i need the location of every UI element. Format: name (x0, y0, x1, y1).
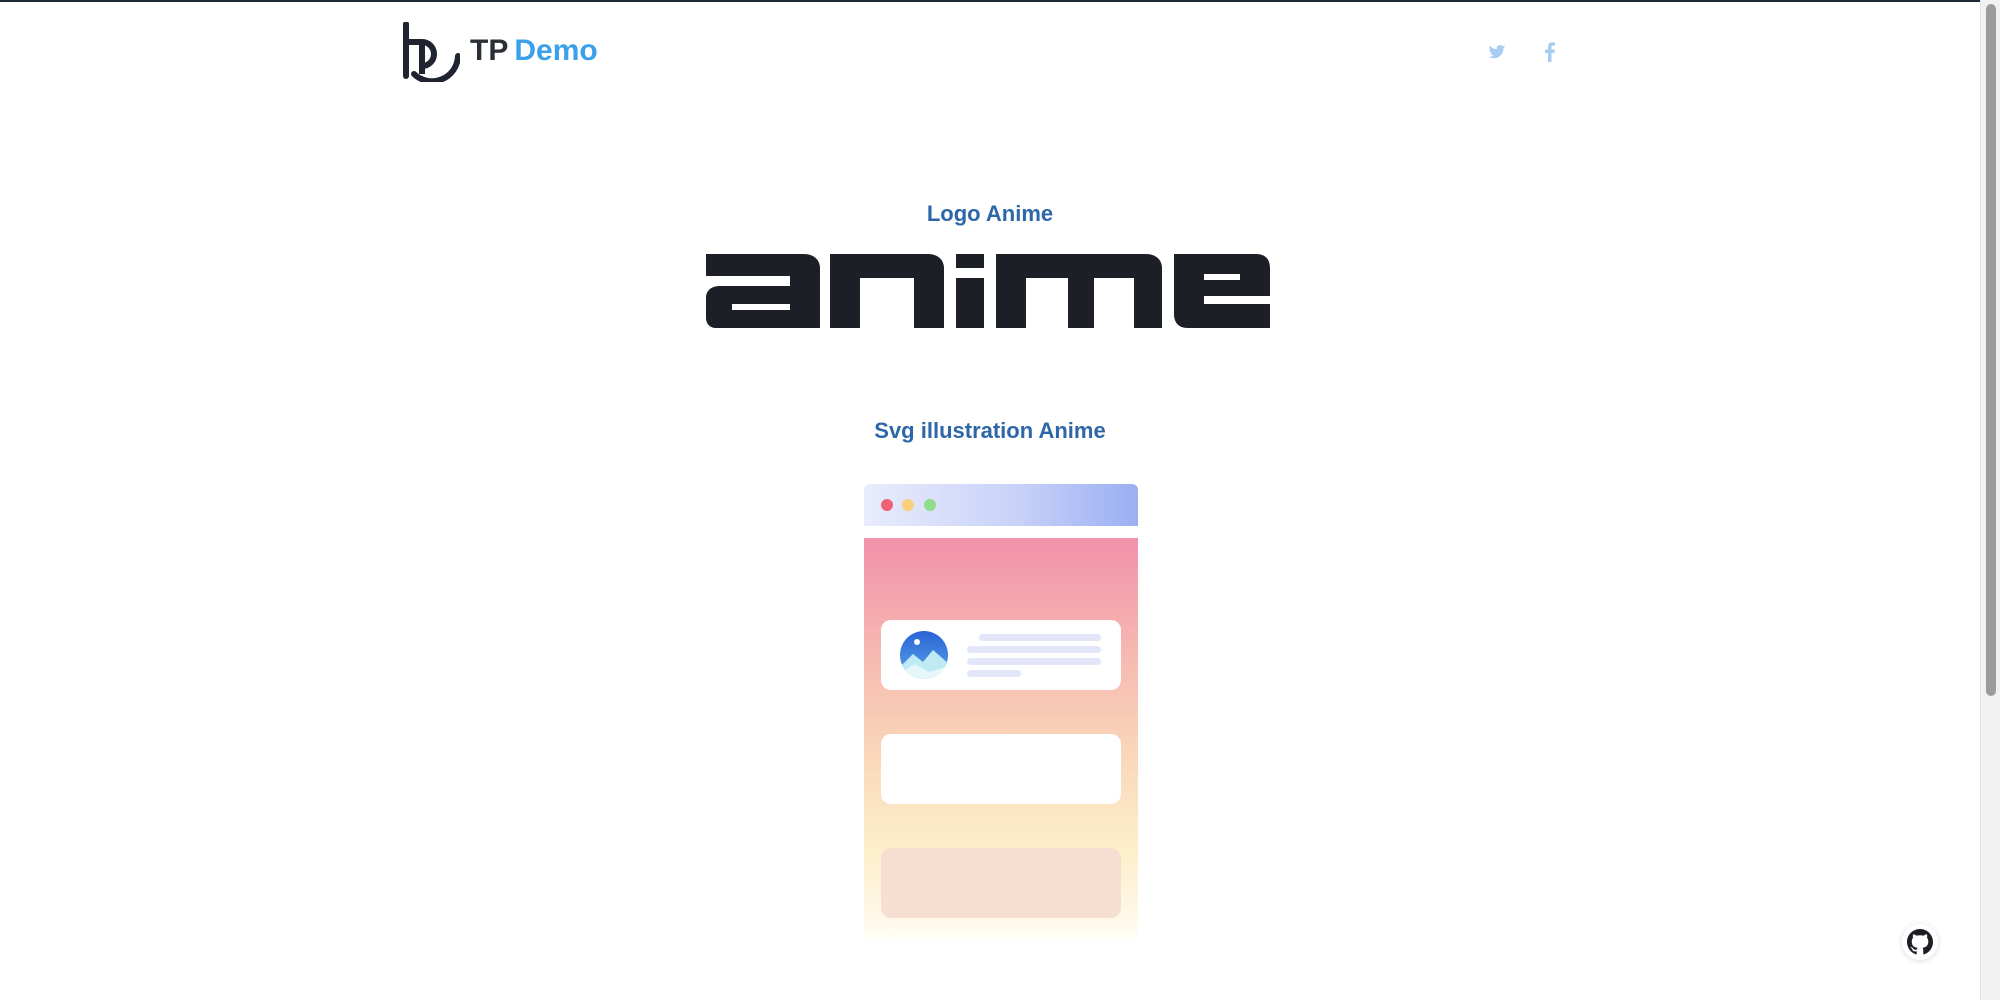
illustration-card (881, 848, 1121, 918)
illustration-title-bar (864, 484, 1138, 526)
tp-logo-icon[interactable] (400, 21, 461, 85)
illustration-card (881, 734, 1121, 804)
window-close-dot-icon (881, 499, 893, 511)
facebook-icon[interactable] (1538, 40, 1562, 64)
browser-illustration (864, 484, 1138, 944)
scrollbar-thumb[interactable] (1986, 4, 1996, 696)
illustration-card (881, 620, 1121, 690)
image-placeholder-icon (900, 631, 948, 679)
text-line-placeholder (979, 634, 1101, 641)
github-icon[interactable] (1902, 924, 1938, 960)
text-line-placeholder (967, 670, 1021, 677)
brand-suffix: Demo (514, 34, 598, 67)
window-top-border (0, 0, 2000, 2)
logo-anime-title: Logo Anime (926, 201, 1054, 227)
page-scrollbar[interactable] (1980, 0, 2000, 1000)
window-minimize-dot-icon (902, 499, 914, 511)
svg-illustration-title: Svg illustration Anime (874, 418, 1106, 444)
text-line-placeholder (967, 646, 1101, 653)
twitter-icon[interactable] (1485, 40, 1509, 64)
window-maximize-dot-icon (924, 499, 936, 511)
illustration-body (864, 538, 1138, 944)
brand-prefix: TP (470, 34, 509, 67)
brand-name[interactable]: TP Demo (470, 34, 598, 68)
anime-wordmark-logo (706, 254, 1270, 328)
site-header: TP Demo (400, 21, 1562, 86)
text-line-placeholder (967, 658, 1101, 665)
